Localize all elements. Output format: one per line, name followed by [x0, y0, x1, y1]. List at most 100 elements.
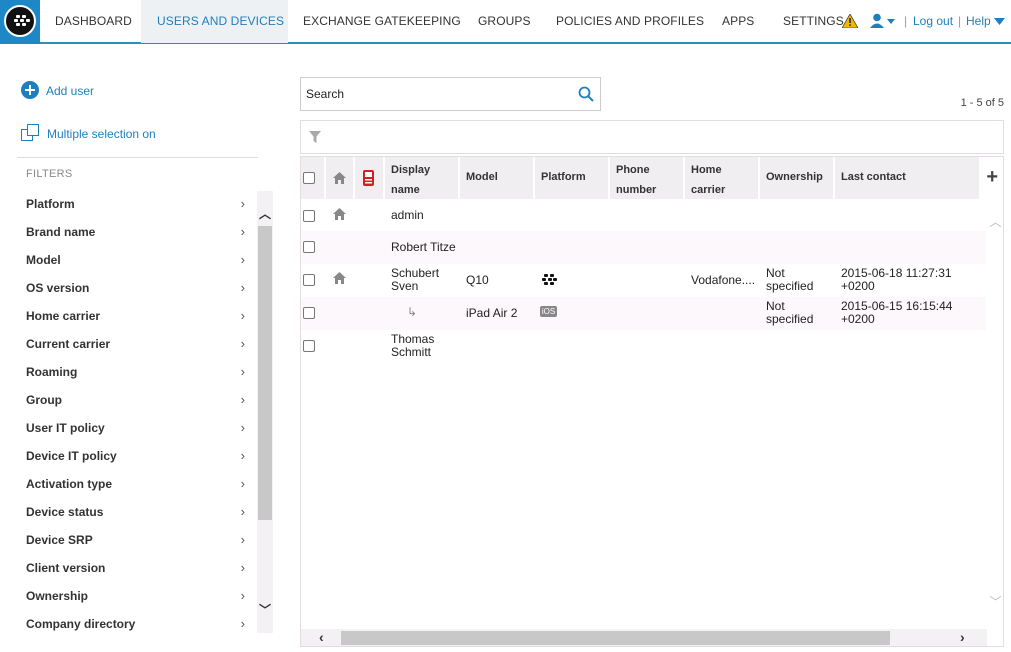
- warning-icon: [842, 14, 858, 28]
- filter-item[interactable]: Platform ›: [17, 191, 245, 219]
- row-checkbox[interactable]: [303, 274, 315, 286]
- scroll-up-icon[interactable]: ︿: [257, 205, 273, 222]
- filter-item[interactable]: Ownership ›: [17, 583, 245, 611]
- cell-last-contact: +0200: [841, 312, 875, 326]
- table-row[interactable]: admin: [301, 199, 986, 232]
- cell-ownership: specified: [766, 312, 814, 326]
- multiple-selection-toggle[interactable]: Multiple selection on: [21, 124, 181, 144]
- filter-item[interactable]: Company directory ›: [17, 611, 245, 633]
- table-row[interactable]: Schubert Sven Q10 Vodafone.... Not speci…: [301, 264, 986, 297]
- row-checkbox[interactable]: [303, 340, 315, 352]
- cell-ownership: Not: [766, 266, 785, 280]
- table-row[interactable]: Thomas Schmitt: [301, 330, 986, 363]
- filter-item[interactable]: Roaming ›: [17, 359, 245, 387]
- chevron-right-icon: ›: [240, 364, 245, 379]
- header-last-contact[interactable]: Last contact: [835, 157, 980, 199]
- header-phone-number[interactable]: Phone number: [610, 157, 684, 199]
- filter-item[interactable]: Home carrier ›: [17, 303, 245, 331]
- nav-policies-and-profiles[interactable]: POLICIES AND PROFILES: [556, 0, 704, 43]
- cell-display-name: Sven: [391, 279, 419, 293]
- blackberry-logo[interactable]: [0, 0, 40, 44]
- scroll-up-icon[interactable]: ︿: [987, 213, 1003, 230]
- ios-icon: iOS: [540, 306, 557, 317]
- add-column-icon[interactable]: +: [986, 167, 998, 187]
- scroll-down-icon[interactable]: ﹀: [257, 601, 273, 618]
- add-circle-icon: [21, 81, 39, 99]
- filter-label: Company directory: [26, 617, 136, 631]
- funnel-icon[interactable]: [309, 131, 321, 143]
- cell-display-name: admin: [391, 208, 424, 222]
- header-device-cell[interactable]: [355, 157, 384, 199]
- nav-settings[interactable]: SETTINGS: [783, 0, 844, 43]
- filter-item[interactable]: Device status ›: [17, 499, 245, 527]
- select-all-checkbox[interactable]: [303, 172, 315, 184]
- chevron-down-icon[interactable]: [994, 18, 1005, 26]
- nav-apps[interactable]: APPS: [722, 0, 754, 43]
- cell-display-name: Schubert: [391, 266, 440, 280]
- filter-label: Activation type: [26, 477, 113, 491]
- search-input[interactable]: [303, 80, 573, 108]
- filter-bar: [300, 120, 1004, 154]
- filter-label: Device IT policy: [26, 449, 117, 463]
- nav-users-and-devices[interactable]: USERS AND DEVICES: [141, 0, 288, 43]
- filter-scrollbar[interactable]: ︿ ﹀: [257, 191, 273, 633]
- cell-display-name: Schmitt: [391, 345, 432, 359]
- row-checkbox[interactable]: [303, 241, 315, 253]
- filter-label: Device status: [26, 505, 104, 519]
- filter-item[interactable]: Activation type ›: [17, 471, 245, 499]
- add-user-label: Add user: [46, 84, 95, 98]
- filter-label: Current carrier: [26, 337, 111, 351]
- filter-item[interactable]: Device SRP ›: [17, 527, 245, 555]
- filter-item[interactable]: Device IT policy ›: [17, 443, 245, 471]
- search-box: [300, 77, 601, 111]
- filter-label: Brand name: [26, 225, 96, 239]
- chevron-right-icon: ›: [240, 448, 245, 463]
- chevron-right-icon: ›: [240, 588, 245, 603]
- nav-exchange-gatekeeping[interactable]: EXCHANGE GATEKEEPING: [303, 0, 461, 43]
- user-menu-icon[interactable]: [870, 13, 896, 29]
- chevron-right-icon: ›: [240, 392, 245, 407]
- filter-item[interactable]: Client version ›: [17, 555, 245, 583]
- chevron-right-icon: ›: [240, 560, 245, 575]
- chevron-right-icon: ›: [240, 196, 245, 211]
- row-checkbox[interactable]: [303, 307, 315, 319]
- scroll-right-icon[interactable]: ›: [960, 629, 965, 645]
- blackberry-icon: [542, 274, 557, 285]
- search-icon[interactable]: [578, 86, 594, 102]
- cell-ownership: specified: [766, 279, 814, 293]
- filter-item[interactable]: OS version ›: [17, 275, 245, 303]
- table-vertical-scrollbar[interactable]: ︿ ﹀: [987, 199, 1003, 629]
- filter-item[interactable]: User IT policy ›: [17, 415, 245, 443]
- scrollbar-thumb[interactable]: [258, 226, 272, 520]
- row-checkbox[interactable]: [303, 210, 315, 222]
- scroll-down-icon[interactable]: ﹀: [987, 593, 1003, 610]
- cell-display-name: Robert Titze: [391, 240, 456, 254]
- header-home-carrier[interactable]: Home carrier: [685, 157, 759, 199]
- scroll-left-icon[interactable]: ‹: [319, 629, 324, 645]
- filter-item[interactable]: Group ›: [17, 387, 245, 415]
- chevron-right-icon: ›: [240, 616, 245, 631]
- filter-item[interactable]: Model ›: [17, 247, 245, 275]
- header-home-cell[interactable]: [326, 157, 354, 199]
- logout-link[interactable]: Log out: [913, 0, 953, 43]
- cell-model: Q10: [466, 273, 489, 287]
- nav-dashboard[interactable]: DASHBOARD: [55, 0, 132, 43]
- blackberry-logo-icon: [4, 5, 36, 37]
- table-horizontal-scrollbar[interactable]: ‹ ›: [301, 629, 987, 646]
- header-label: Last contact: [841, 171, 906, 183]
- nav-groups[interactable]: GROUPS: [478, 0, 531, 43]
- filter-item[interactable]: Brand name ›: [17, 219, 245, 247]
- scrollbar-thumb[interactable]: [341, 631, 890, 645]
- table-header: Display name Model Platform Phone number…: [301, 157, 1003, 199]
- header-platform[interactable]: Platform: [535, 157, 609, 199]
- device-icon: [363, 170, 374, 186]
- header-model[interactable]: Model: [460, 157, 534, 199]
- table-row[interactable]: Robert Titze: [301, 231, 986, 264]
- filter-item[interactable]: Current carrier ›: [17, 331, 245, 359]
- table-row[interactable]: ↳ iPad Air 2 iOS Not specified 2015-06-1…: [301, 297, 986, 330]
- filter-label: User IT policy: [26, 421, 105, 435]
- header-display-name[interactable]: Display name: [385, 157, 459, 199]
- header-ownership[interactable]: Ownership: [760, 157, 834, 199]
- add-user-button[interactable]: Add user: [21, 81, 141, 101]
- help-menu[interactable]: Help: [966, 0, 991, 43]
